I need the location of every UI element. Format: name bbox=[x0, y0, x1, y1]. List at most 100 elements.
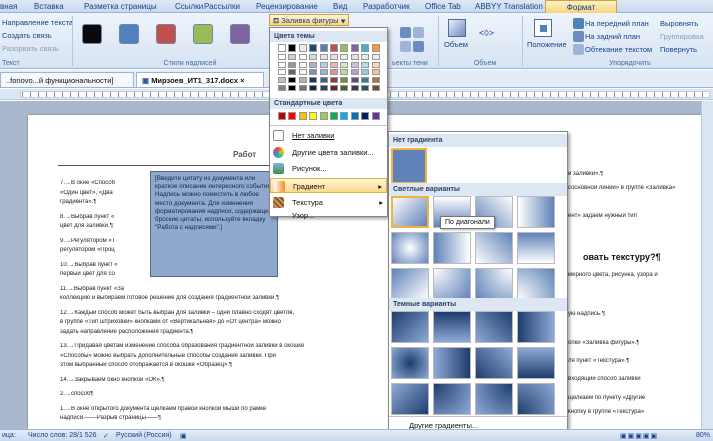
create-link-button[interactable]: Создать связь bbox=[2, 31, 52, 40]
text-wrap-button[interactable]: Обтекание текстом bbox=[585, 45, 652, 54]
theme-color-swatch[interactable] bbox=[278, 53, 286, 60]
gradient-swatch[interactable] bbox=[517, 383, 555, 415]
theme-color-swatch[interactable] bbox=[371, 69, 380, 76]
theme-color-swatch[interactable] bbox=[288, 77, 297, 84]
theme-color-swatch[interactable] bbox=[340, 69, 349, 76]
gradient-swatch[interactable] bbox=[433, 311, 471, 343]
position-icon[interactable] bbox=[534, 19, 552, 37]
standard-color-swatch[interactable] bbox=[350, 112, 359, 120]
gradient-swatch[interactable] bbox=[475, 232, 513, 264]
gradient-swatch[interactable] bbox=[517, 311, 555, 343]
view-buttons[interactable]: ▣▣▣▣▣ bbox=[620, 432, 658, 440]
theme-color-swatch[interactable] bbox=[278, 44, 286, 52]
gradient-swatch[interactable] bbox=[391, 311, 429, 343]
rotate-button[interactable]: Повернуть bbox=[660, 45, 697, 54]
tab-office-tab[interactable]: Office Tab bbox=[425, 2, 461, 11]
theme-color-swatch[interactable] bbox=[319, 85, 328, 91]
quote-textbox[interactable]: [Введите цитату из документа или краткое… bbox=[150, 170, 279, 277]
gradient-swatch[interactable] bbox=[391, 196, 429, 228]
theme-color-swatch[interactable] bbox=[309, 85, 318, 91]
position-button-label[interactable]: Положение bbox=[527, 40, 567, 49]
gradient-swatch[interactable] bbox=[475, 383, 513, 415]
theme-color-swatch[interactable] bbox=[278, 61, 286, 68]
gradient-swatch[interactable] bbox=[517, 347, 555, 379]
theme-color-swatch[interactable] bbox=[319, 44, 328, 52]
theme-color-swatch[interactable] bbox=[288, 61, 297, 68]
theme-color-swatch[interactable] bbox=[350, 69, 359, 76]
language-indicator[interactable]: Русский (Россия) bbox=[116, 432, 172, 439]
standard-color-swatch[interactable] bbox=[340, 112, 349, 120]
theme-color-swatch[interactable] bbox=[278, 77, 286, 84]
theme-color-swatch[interactable] bbox=[278, 69, 286, 76]
tab-format[interactable]: Формат bbox=[545, 0, 617, 13]
theme-color-swatch[interactable] bbox=[319, 53, 328, 60]
theme-color-swatch[interactable] bbox=[288, 69, 297, 76]
standard-color-swatch[interactable] bbox=[309, 112, 318, 120]
theme-color-swatch[interactable] bbox=[361, 77, 370, 84]
standard-color-swatch[interactable] bbox=[330, 112, 338, 120]
theme-color-swatch[interactable] bbox=[298, 77, 307, 84]
pattern-item[interactable]: Узор... bbox=[270, 211, 387, 220]
no-gradient-option[interactable] bbox=[391, 148, 427, 184]
theme-color-swatch[interactable] bbox=[340, 85, 349, 91]
tab-page-layout[interactable]: Разметка страницы bbox=[84, 2, 157, 11]
theme-color-swatch[interactable] bbox=[371, 44, 380, 52]
group-button[interactable]: Группировка bbox=[660, 32, 704, 41]
gradient-swatch[interactable] bbox=[433, 383, 471, 415]
theme-color-swatch[interactable] bbox=[361, 44, 370, 52]
theme-color-swatch[interactable] bbox=[278, 85, 286, 91]
theme-color-swatch[interactable] bbox=[319, 77, 328, 84]
theme-color-swatch[interactable] bbox=[340, 61, 349, 68]
theme-color-swatch[interactable] bbox=[371, 53, 380, 60]
send-backward-button[interactable]: На задний план bbox=[585, 32, 640, 41]
close-icon[interactable]: × bbox=[240, 76, 244, 85]
theme-color-swatch[interactable] bbox=[340, 77, 349, 84]
theme-color-swatch[interactable] bbox=[298, 85, 307, 91]
gradient-swatch[interactable] bbox=[517, 268, 555, 300]
standard-color-swatch[interactable] bbox=[371, 112, 380, 120]
theme-color-swatch[interactable] bbox=[309, 77, 318, 84]
3d-volume-icon[interactable] bbox=[448, 19, 466, 37]
gradient-swatch[interactable] bbox=[517, 232, 555, 264]
align-button[interactable]: Выровнять bbox=[660, 19, 698, 28]
nudge-shadow-icon[interactable] bbox=[413, 41, 424, 52]
volume-button-label[interactable]: Объем bbox=[444, 40, 468, 49]
theme-color-swatch[interactable] bbox=[309, 53, 318, 60]
standard-color-swatch[interactable] bbox=[278, 112, 286, 120]
gradient-swatch[interactable] bbox=[391, 347, 429, 379]
macro-icon[interactable]: ▣ bbox=[180, 432, 187, 440]
gradient-swatch[interactable] bbox=[433, 268, 471, 300]
theme-color-swatch[interactable] bbox=[361, 69, 370, 76]
theme-color-swatch[interactable] bbox=[288, 44, 297, 52]
picture-fill-item[interactable]: Рисунок... bbox=[270, 161, 387, 176]
theme-color-swatch[interactable] bbox=[361, 53, 370, 60]
style-swatch-purple[interactable] bbox=[230, 24, 250, 44]
doc-tab[interactable]: ..fonovo...й функциональности] bbox=[0, 72, 134, 87]
theme-color-swatch[interactable] bbox=[330, 44, 338, 52]
standard-color-swatch[interactable] bbox=[361, 112, 370, 120]
gradient-swatch[interactable] bbox=[517, 196, 555, 228]
tab-references[interactable]: Ссылки bbox=[175, 2, 203, 11]
tab-insert[interactable]: Вставка bbox=[34, 2, 64, 11]
theme-color-swatch[interactable] bbox=[319, 69, 328, 76]
theme-color-swatch[interactable] bbox=[361, 61, 370, 68]
theme-color-swatch[interactable] bbox=[330, 85, 338, 91]
theme-color-swatch[interactable] bbox=[298, 44, 307, 52]
theme-color-swatch[interactable] bbox=[340, 53, 349, 60]
standard-color-swatch[interactable] bbox=[298, 112, 307, 120]
theme-color-swatch[interactable] bbox=[350, 77, 359, 84]
theme-color-swatch[interactable] bbox=[371, 85, 380, 91]
theme-color-swatch[interactable] bbox=[350, 61, 359, 68]
gradient-swatch[interactable] bbox=[391, 232, 429, 264]
theme-color-swatch[interactable] bbox=[298, 53, 307, 60]
theme-color-swatch[interactable] bbox=[298, 69, 307, 76]
gradient-swatch[interactable] bbox=[433, 232, 471, 264]
theme-color-swatch[interactable] bbox=[330, 53, 338, 60]
tab-review[interactable]: Рецензирование bbox=[256, 2, 318, 11]
text-direction-button[interactable]: Направление текста bbox=[2, 18, 73, 27]
theme-color-swatch[interactable] bbox=[288, 53, 297, 60]
spelling-icon[interactable]: ✓ bbox=[103, 432, 109, 440]
gradient-swatch[interactable] bbox=[475, 268, 513, 300]
gradient-item[interactable]: Градиент ▸ bbox=[270, 178, 387, 193]
theme-color-swatch[interactable] bbox=[361, 85, 370, 91]
